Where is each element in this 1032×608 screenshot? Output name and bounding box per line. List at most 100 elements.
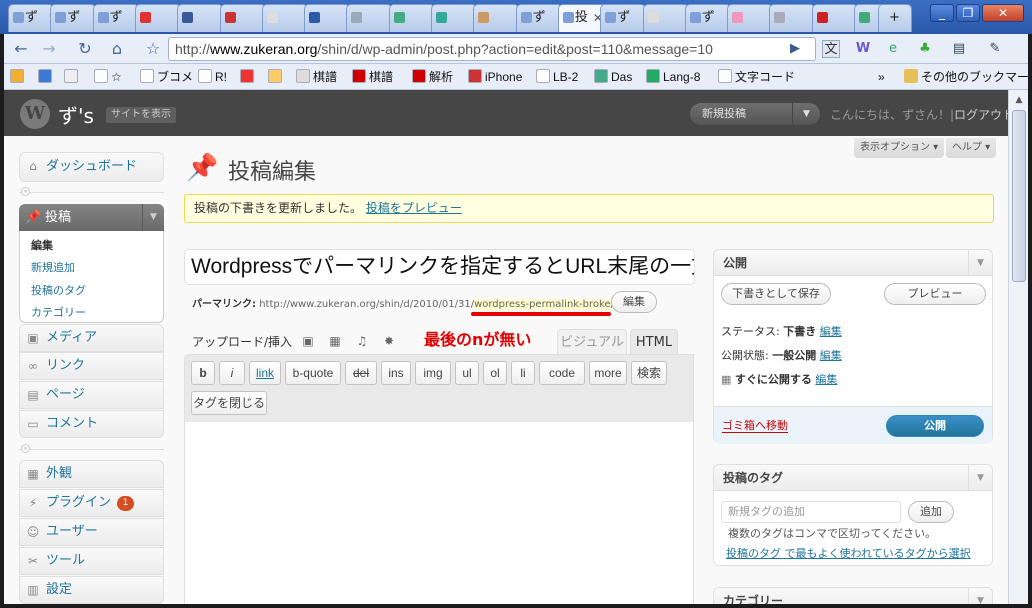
close-tags-button[interactable]: タグを閉じる (191, 391, 267, 415)
quicktag-button[interactable]: ol (483, 361, 507, 385)
browser-tab[interactable] (811, 4, 858, 32)
save-draft-button[interactable]: 下書きとして保存 (721, 283, 831, 305)
browser-tab[interactable] (388, 4, 435, 32)
submenu-post-tags[interactable]: 投稿のタグ (31, 282, 86, 298)
preview-button[interactable]: プレビュー (884, 283, 986, 305)
vertical-scrollbar[interactable]: ▲ (1008, 90, 1028, 604)
permalink-slug[interactable]: wordpress-permalink-broke (474, 299, 611, 310)
translate-icon[interactable]: 文 (822, 40, 840, 58)
quicktag-button[interactable]: ins (381, 361, 411, 385)
add-image-icon[interactable]: ▣ (301, 334, 315, 348)
browser-tab[interactable]: ず (50, 4, 97, 32)
minimize-button[interactable]: _ (930, 4, 954, 22)
menu-posts[interactable]: 📌 投稿 ▼ (19, 204, 164, 231)
status-edit-link[interactable]: 編集 (820, 325, 842, 338)
quicktag-button[interactable]: ul (455, 361, 479, 385)
visibility-edit-link[interactable]: 編集 (820, 349, 842, 362)
browser-tab[interactable] (177, 4, 224, 32)
collapse-icon[interactable]: ▼ (968, 465, 992, 491)
post-title-input[interactable]: Wordpressでパーマリンクを指定するとURL末尾の一文 (184, 249, 695, 285)
posts-toggle-icon[interactable]: ▼ (142, 204, 164, 231)
schedule-edit-link[interactable]: 編集 (815, 373, 837, 386)
logout-link[interactable]: ログアウト (954, 108, 1008, 122)
browser-tab[interactable] (219, 4, 266, 32)
quicktag-button[interactable]: link (249, 361, 281, 385)
add-audio-icon[interactable]: ♫ (355, 334, 369, 348)
bookmark-item[interactable]: Das (594, 68, 632, 86)
bookmark-item[interactable]: 解析 (412, 68, 453, 86)
close-window-button[interactable]: ✕ (982, 4, 1024, 22)
browser-tab[interactable]: ず (8, 4, 54, 32)
tab-visual[interactable]: ビジュアル (557, 329, 627, 355)
bookmark-item[interactable] (64, 68, 81, 86)
browser-tab[interactable] (431, 4, 477, 32)
forward-icon[interactable]: → (38, 38, 60, 60)
scroll-up-icon[interactable]: ▲ (1012, 93, 1026, 107)
maximize-button[interactable]: ❐ (956, 4, 980, 22)
dropdown-arrow-icon[interactable]: ▼ (792, 103, 820, 125)
extension-w-icon[interactable]: W (854, 40, 872, 58)
bookmark-item[interactable]: iPhone (468, 68, 522, 86)
wordpress-logo-icon[interactable]: W (20, 99, 50, 129)
popular-tags-link[interactable]: 投稿のタグ で最もよく使われているタグから選択 (726, 545, 971, 561)
menu-collapse-icon[interactable]: « (21, 444, 30, 453)
extension-ie-icon[interactable]: e (884, 40, 902, 58)
bookmark-item[interactable]: Lang-8 (646, 68, 700, 86)
browser-tab[interactable] (473, 4, 520, 32)
submenu-categories[interactable]: カテゴリー (31, 304, 86, 320)
add-tag-button[interactable]: 追加 (908, 501, 954, 523)
menu-settings[interactable]: ▥ 設定 (19, 576, 164, 604)
add-media-icon[interactable]: ✸ (382, 334, 396, 348)
submenu-add-new[interactable]: 新規追加 (31, 259, 75, 275)
menu-users[interactable]: ☺ ユーザー (19, 518, 164, 546)
browser-tab[interactable] (304, 4, 351, 32)
favorite-actions-new-post[interactable]: 新規投稿 ▼ (690, 103, 820, 125)
page-menu-icon[interactable]: ▤ (950, 40, 968, 58)
quicktag-button[interactable]: li (511, 361, 535, 385)
bookmark-item[interactable]: ☆ (94, 68, 122, 86)
reload-icon[interactable]: ↻ (74, 38, 96, 60)
back-icon[interactable]: ← (10, 38, 32, 60)
bookmark-item[interactable] (268, 68, 285, 86)
publish-button[interactable]: 公開 (886, 415, 984, 437)
quicktag-button[interactable]: img (415, 361, 451, 385)
quicktag-button[interactable]: i (219, 361, 245, 385)
wrench-menu-icon[interactable]: ✎ (986, 40, 1004, 58)
bookmark-item[interactable]: 棋譜 (352, 68, 393, 86)
browser-tab[interactable] (642, 4, 689, 32)
browser-tab[interactable]: ず (684, 4, 731, 32)
bookmark-item[interactable] (38, 68, 55, 86)
browser-tab[interactable] (769, 4, 816, 32)
quicktag-button[interactable]: more (589, 361, 627, 385)
bookmark-item[interactable]: LB-2 (536, 68, 578, 86)
browser-tab[interactable] (134, 4, 181, 32)
help-button[interactable]: ヘルプ ▾ (946, 138, 997, 158)
browser-tab[interactable]: ず (92, 4, 139, 32)
quicktag-button[interactable]: 検索 (631, 361, 667, 385)
screen-options-button[interactable]: 表示オプション ▾ (854, 138, 945, 158)
permalink-edit-button[interactable]: 編集 (611, 291, 657, 313)
bookmarks-more-icon[interactable]: » (878, 68, 885, 86)
browser-tab[interactable] (727, 4, 774, 32)
view-site-button[interactable]: サイトを表示 (106, 107, 176, 123)
bookmark-item[interactable] (240, 68, 257, 86)
menu-media[interactable]: ▣ メディア (19, 324, 164, 352)
browser-tab[interactable] (261, 4, 308, 32)
menu-pages[interactable]: ▤ ページ (19, 381, 164, 409)
bookmark-item[interactable]: 棋譜 (296, 68, 337, 86)
quicktag-button[interactable]: b-quote (285, 361, 341, 385)
collapse-icon[interactable]: ▼ (968, 588, 992, 604)
preview-post-link[interactable]: 投稿をプレビュー (366, 201, 462, 215)
move-to-trash-link[interactable]: ゴミ箱へ移動 (722, 419, 788, 433)
menu-collapse-icon[interactable]: « (21, 187, 30, 196)
browser-tab[interactable]: ず (600, 4, 647, 32)
tab-html[interactable]: HTML (630, 329, 678, 355)
go-icon[interactable]: ▶ (786, 40, 804, 58)
submenu-edit[interactable]: 編集 (31, 237, 53, 253)
quicktag-button[interactable]: del (345, 361, 377, 385)
home-icon[interactable]: ⌂ (106, 38, 128, 60)
bookmark-star-icon[interactable]: ☆ (142, 38, 164, 60)
extension-green-icon[interactable]: ♣ (916, 40, 934, 58)
other-bookmarks-folder[interactable]: その他のブックマーク (904, 68, 1032, 86)
bookmark-item[interactable] (10, 68, 27, 86)
